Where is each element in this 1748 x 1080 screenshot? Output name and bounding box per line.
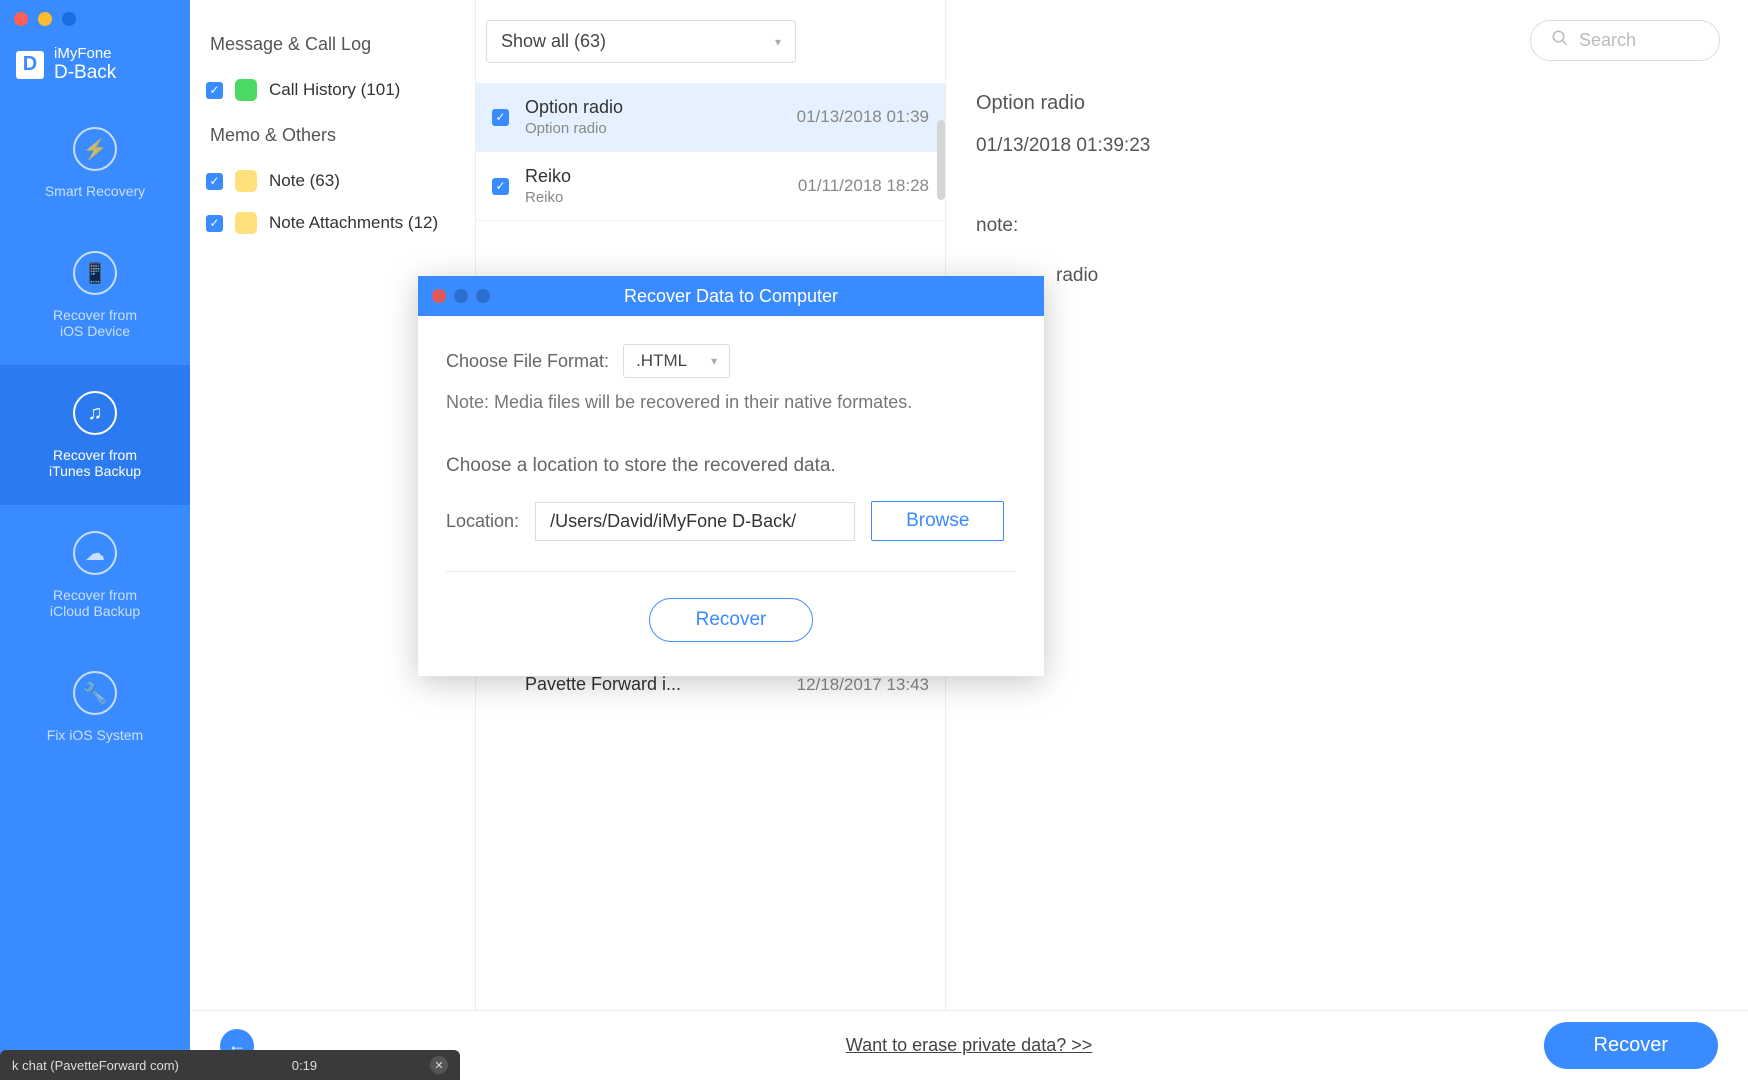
brand-line2: D-Back — [54, 63, 116, 84]
nav-label: Recover from iCloud Backup — [10, 587, 180, 619]
divider — [446, 571, 1016, 572]
choose-format-label: Choose File Format: — [446, 351, 609, 372]
sidebar: D iMyFone D-Back ⚡ Smart Recovery 📱 Reco… — [0, 0, 190, 1080]
item-subtitle: Reiko — [525, 189, 782, 206]
music-note-icon: ♫ — [73, 391, 117, 435]
detail-date: 01/13/2018 01:39:23 — [976, 135, 1718, 157]
filter-label: Show all (63) — [501, 31, 606, 52]
phone-icon: 📱 — [73, 251, 117, 295]
category-heading-memo: Memo & Others — [190, 111, 475, 160]
nav-recover-icloud[interactable]: ☁ Recover from iCloud Backup — [0, 505, 190, 645]
window-controls — [0, 0, 190, 38]
note-icon — [235, 170, 257, 192]
minimize-window-icon[interactable] — [38, 12, 52, 26]
category-note-attachments[interactable]: Note Attachments (12) — [190, 202, 475, 244]
checkbox-icon[interactable] — [492, 178, 509, 195]
erase-link[interactable]: Want to erase private data? >> — [846, 1035, 1092, 1056]
checkbox-icon[interactable] — [206, 215, 223, 232]
wrench-icon: 🔧 — [73, 671, 117, 715]
cloud-download-icon: ☁ — [73, 531, 117, 575]
player-title: k chat (PavetteForward com) — [12, 1058, 179, 1073]
item-date: 12/18/2017 13:43 — [797, 675, 929, 695]
category-label: Note Attachments (12) — [269, 213, 438, 233]
player-time: 0:19 — [292, 1058, 317, 1073]
chevron-down-icon: ▾ — [775, 35, 781, 49]
recover-modal: Recover Data to Computer Choose File For… — [418, 276, 1044, 676]
scrollbar[interactable] — [937, 120, 945, 200]
nav-smart-recovery[interactable]: ⚡ Smart Recovery — [0, 101, 190, 225]
detail-note-label: note: — [976, 215, 1718, 237]
brand-logo-icon: D — [16, 51, 44, 79]
location-label: Location: — [446, 511, 519, 532]
nav-label: Smart Recovery — [10, 183, 180, 199]
category-note[interactable]: Note (63) — [190, 160, 475, 202]
nav-label: Recover from iOS Device — [10, 307, 180, 339]
item-subtitle: Option radio — [525, 120, 781, 137]
maximize-window-icon[interactable] — [62, 12, 76, 26]
checkbox-icon[interactable] — [206, 173, 223, 190]
note-icon — [235, 212, 257, 234]
item-date: 01/13/2018 01:39 — [797, 107, 929, 127]
location-input[interactable]: /Users/David/iMyFone D-Back/ — [535, 502, 855, 541]
item-date: 01/11/2018 18:28 — [798, 176, 929, 196]
category-heading-messages: Message & Call Log — [190, 20, 475, 69]
brand: D iMyFone D-Back — [0, 38, 190, 101]
close-window-icon[interactable] — [14, 12, 28, 26]
nav-recover-itunes[interactable]: ♫ Recover from iTunes Backup — [0, 365, 190, 505]
checkbox-icon[interactable] — [492, 109, 509, 126]
list-item[interactable]: Reiko Reiko 01/11/2018 18:28 — [476, 152, 945, 221]
category-label: Note (63) — [269, 171, 340, 191]
lightning-icon: ⚡ — [73, 127, 117, 171]
item-title: Option radio — [525, 97, 781, 118]
brand-line1: iMyFone — [54, 46, 116, 63]
list-item[interactable]: Option radio Option radio 01/13/2018 01:… — [476, 83, 945, 152]
format-dropdown[interactable]: .HTML ▾ — [623, 344, 730, 378]
modal-recover-button[interactable]: Recover — [649, 598, 814, 642]
chevron-down-icon: ▾ — [711, 354, 717, 368]
detail-panel: Search Option radio 01/13/2018 01:39:23 … — [946, 0, 1748, 1080]
category-label: Call History (101) — [269, 80, 400, 100]
close-player-icon[interactable]: ✕ — [430, 1056, 448, 1074]
category-call-history[interactable]: Call History (101) — [190, 69, 475, 111]
nav-recover-ios[interactable]: 📱 Recover from iOS Device — [0, 225, 190, 365]
format-value: .HTML — [636, 351, 687, 371]
item-title: Reiko — [525, 166, 782, 187]
video-player-bar[interactable]: k chat (PavetteForward com) 0:19 ✕ — [0, 1050, 460, 1080]
location-prompt: Choose a location to store the recovered… — [446, 455, 1016, 477]
phone-app-icon — [235, 79, 257, 101]
nav-fix-ios[interactable]: 🔧 Fix iOS System — [0, 645, 190, 769]
search-placeholder: Search — [1579, 30, 1636, 51]
modal-titlebar: Recover Data to Computer — [418, 276, 1044, 316]
checkbox-icon[interactable] — [206, 82, 223, 99]
detail-body: radio — [1056, 265, 1718, 287]
nav-label: Fix iOS System — [10, 727, 180, 743]
modal-title: Recover Data to Computer — [418, 286, 1044, 307]
recover-button[interactable]: Recover — [1544, 1022, 1718, 1069]
main-nav: ⚡ Smart Recovery 📱 Recover from iOS Devi… — [0, 101, 190, 769]
nav-label: Recover from iTunes Backup — [10, 447, 180, 479]
filter-dropdown[interactable]: Show all (63) ▾ — [486, 20, 796, 63]
format-hint: Note: Media files will be recovered in t… — [446, 392, 1016, 413]
search-icon — [1551, 29, 1569, 52]
detail-title: Option radio — [976, 92, 1718, 115]
item-title: Pavette Forward i... — [525, 674, 781, 695]
browse-button[interactable]: Browse — [871, 501, 1004, 541]
search-input[interactable]: Search — [1530, 20, 1720, 61]
